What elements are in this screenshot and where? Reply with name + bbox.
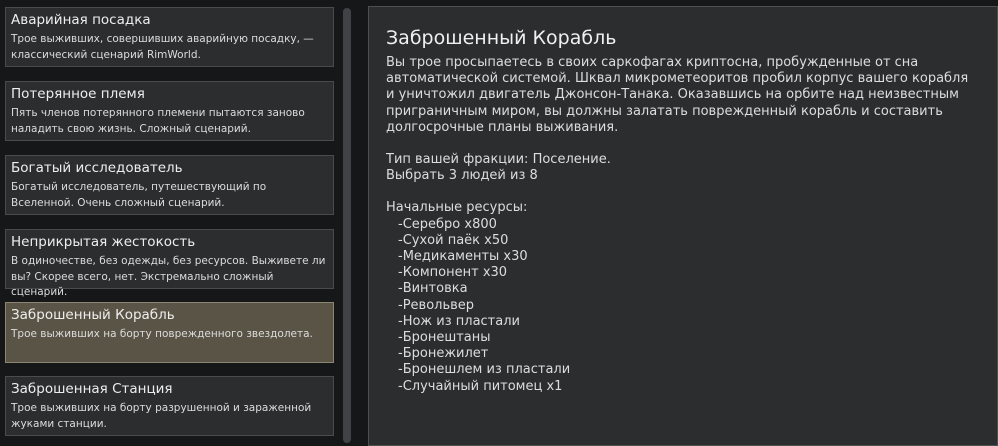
scenario-title: Потерянное племя (11, 86, 145, 102)
scenario-card-abandoned-station[interactable]: Заброшенная Станция Трое выживших на бор… (5, 376, 334, 436)
resource-item: -Случайный питомец x1 (398, 378, 563, 394)
scenario-description: Трое выживших на борту поврежденного зве… (11, 328, 313, 340)
scenario-title: Богатый исследователь (11, 160, 183, 176)
scenario-card-crashlanded[interactable]: Аварийная посадка Трое выживших, соверши… (5, 7, 334, 67)
scenario-card-abandoned-ship[interactable]: Заброшенный Корабль Трое выживших на бор… (5, 302, 334, 363)
scenario-description: Трое выживших на борту разрушенной и зар… (11, 402, 312, 430)
scenario-title: Аварийная посадка (11, 12, 151, 28)
detail-title: Заброшенный Корабль (386, 27, 617, 49)
scenario-description: В одиночестве, без одежды, без ресурсов.… (11, 255, 326, 298)
scenario-title: Неприкрытая жестокость (11, 234, 196, 250)
resource-item: -Компонент x30 (398, 265, 508, 281)
scenario-title: Заброшенный Корабль (11, 307, 175, 323)
resource-item: -Бронежилет (398, 346, 489, 362)
scrollbar-thumb[interactable] (343, 8, 351, 443)
scenario-list-scrollbar[interactable] (343, 8, 351, 443)
colonist-pick-info: Выбрать 3 людей из 8 (386, 168, 538, 184)
scenario-list[interactable]: Аварийная посадка Трое выживших, соверши… (0, 0, 340, 443)
resources-header: Начальные ресурсы: (386, 200, 528, 216)
scenario-details-panel: Заброшенный Корабль Вы трое просыпаетесь… (368, 6, 998, 446)
scenario-card-rich-explorer[interactable]: Богатый исследователь Богатый исследоват… (5, 155, 334, 215)
resource-item: -Револьвер (398, 297, 475, 313)
resource-item: -Бронештаны (398, 330, 491, 346)
resource-item: -Винтовка (398, 281, 468, 297)
resource-item: -Медикаменты x30 (398, 249, 528, 265)
scenario-title: Заброшенная Станция (11, 381, 173, 397)
scenario-description: Трое выживших, совершивших аварийную пос… (11, 33, 314, 61)
resource-item: -Серебро x800 (398, 216, 497, 232)
resource-item: -Сухой паёк x50 (398, 232, 509, 248)
scenario-card-lost-tribe[interactable]: Потерянное племя Пять членов потерянного… (5, 81, 334, 141)
resource-item: -Бронешлем из пластали (398, 362, 571, 378)
faction-type: Тип вашей фракции: Поселение. (386, 152, 611, 168)
detail-description: Вы трое просыпаетесь в своих саркофагах … (386, 55, 969, 135)
resource-item: -Нож из пластали (398, 313, 520, 329)
scenario-description: Пять членов потерянного племени пытаются… (11, 107, 305, 135)
scenario-description: Богатый исследователь, путешествующий по… (11, 181, 267, 209)
scenario-card-naked-brutality[interactable]: Неприкрытая жестокость В одиночестве, бе… (5, 229, 334, 298)
